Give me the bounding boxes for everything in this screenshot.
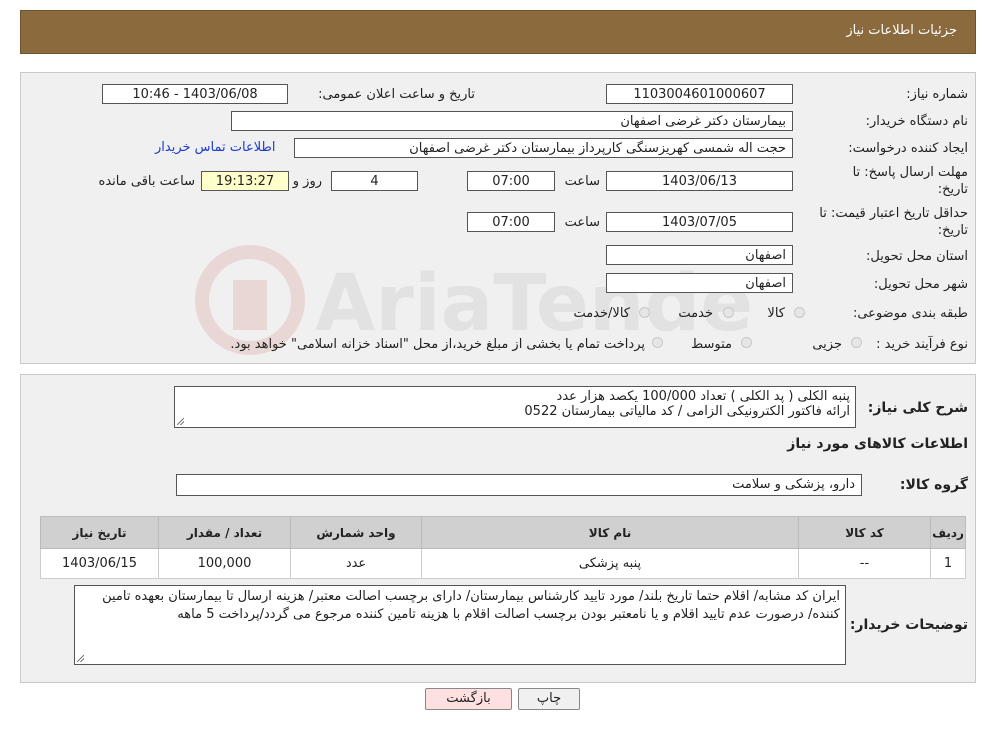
category-label: طبقه بندی موضوعی: <box>852 306 968 321</box>
back-button[interactable]: بازگشت <box>425 688 512 710</box>
requester-label: ایجاد کننده درخواست: <box>848 141 968 156</box>
cell-row-number: 1 <box>930 548 966 579</box>
buyer-notes-textarea[interactable]: ایران کد مشابه/ اقلام حتما تاریخ بلند/ م… <box>74 585 846 665</box>
price-validity-time-field: 07:00 <box>467 212 555 232</box>
requester-field: حجت اله شمسی کهریزسنگی کارپرداز بیمارستا… <box>294 138 793 158</box>
city-field: اصفهان <box>606 273 793 293</box>
need-number-field: 1103004601000607 <box>606 84 793 104</box>
reply-deadline-label: مهلت ارسال پاسخ: تا <box>852 165 968 180</box>
process-radio-minor[interactable] <box>851 337 862 348</box>
category-radio-goods-service[interactable] <box>639 307 650 318</box>
days-remaining-field: 4 <box>331 171 418 191</box>
cell-unit: عدد <box>290 548 422 579</box>
summary-textarea[interactable]: پنبه الکلی ( پد الکلی ) تعداد 100/000 یک… <box>174 386 856 428</box>
price-validity-label-2: تاریخ: <box>937 223 968 238</box>
goods-group-label: گروه کالا: <box>899 477 968 493</box>
remaining-time-field: 19:13:27 <box>201 171 289 191</box>
remaining-time-label: ساعت باقی مانده <box>98 174 195 189</box>
cell-item-code: -- <box>798 548 931 579</box>
buyer-contact-link[interactable]: اطلاعات تماس خریدار <box>155 140 275 155</box>
summary-label: شرح کلی نیاز: <box>867 400 968 416</box>
process-note: پرداخت تمام یا بخشی از مبلغ خرید،از محل … <box>230 337 645 352</box>
buyer-org-field: بیمارستان دکتر غرضی اصفهان <box>231 111 793 131</box>
province-label: استان محل تحویل: <box>866 249 968 264</box>
print-button[interactable]: چاپ <box>518 688 580 710</box>
reply-date-field: 1403/06/13 <box>606 171 793 191</box>
table-row: 1 -- پنبه پزشکی عدد 100,000 1403/06/15 <box>40 548 966 579</box>
resize-grip-icon[interactable] <box>177 418 184 425</box>
price-validity-date-field: 1403/07/05 <box>606 212 793 232</box>
col-header-quantity: تعداد / مقدار <box>158 516 291 549</box>
reply-deadline-label-2: تاریخ: <box>937 182 968 197</box>
announce-label: تاریخ و ساعت اعلان عمومی: <box>318 87 475 102</box>
process-option-minor: جزیی <box>812 337 842 352</box>
reply-time-label: ساعت <box>564 174 600 189</box>
cell-need-date: 1403/06/15 <box>40 548 159 579</box>
cell-quantity: 100,000 <box>158 548 291 579</box>
province-field: اصفهان <box>606 245 793 265</box>
category-option-service: خدمت <box>678 306 713 321</box>
col-header-need-date: تاریخ نیاز <box>40 516 159 549</box>
category-radio-goods[interactable] <box>794 307 805 318</box>
category-radio-service[interactable] <box>723 307 734 318</box>
col-header-item-code: کد کالا <box>798 516 931 549</box>
process-radio-medium[interactable] <box>741 337 752 348</box>
items-table: ردیف کد کالا نام کالا واحد شمارش تعداد /… <box>40 516 966 579</box>
col-header-item-name: نام کالا <box>421 516 799 549</box>
col-header-row-number: ردیف <box>930 516 966 549</box>
buyer-org-label: نام دستگاه خریدار: <box>865 114 968 129</box>
page-header: جزئیات اطلاعات نیاز <box>20 10 976 54</box>
summary-line-1: پنبه الکلی ( پد الکلی ) تعداد 100/000 یک… <box>556 389 850 404</box>
process-label: نوع فرآیند خرید : <box>876 337 968 352</box>
days-label: روز و <box>292 174 322 189</box>
price-validity-label: حداقل تاریخ اعتبار قیمت: تا <box>819 206 968 221</box>
city-label: شهر محل تحویل: <box>873 277 968 292</box>
price-validity-time-label: ساعت <box>564 215 600 230</box>
process-option-medium: متوسط <box>691 337 732 352</box>
treasury-checkbox[interactable] <box>652 337 663 348</box>
cell-item-name: پنبه پزشکی <box>421 548 799 579</box>
page-title: جزئیات اطلاعات نیاز <box>846 23 957 38</box>
category-option-goods-service: کالا/خدمت <box>573 306 630 321</box>
col-header-unit: واحد شمارش <box>290 516 422 549</box>
goods-section-title: اطلاعات کالاهای مورد نیاز <box>787 436 968 452</box>
category-option-goods: کالا <box>767 306 785 321</box>
need-number-label: شماره نیاز: <box>906 87 968 102</box>
announce-field: 1403/06/08 - 10:46 <box>102 84 288 104</box>
buyer-notes-label: توضیحات خریدار: <box>849 617 968 633</box>
table-header-row: ردیف کد کالا نام کالا واحد شمارش تعداد /… <box>40 516 966 549</box>
summary-line-2: ارائه فاکتور الکترونیکی الزامی / کد مالی… <box>524 404 850 419</box>
resize-grip-icon[interactable] <box>77 655 84 662</box>
goods-group-field: دارو، پزشکی و سلامت <box>176 474 862 496</box>
buyer-notes-text: ایران کد مشابه/ اقلام حتما تاریخ بلند/ م… <box>102 589 840 622</box>
reply-time-field: 07:00 <box>467 171 555 191</box>
